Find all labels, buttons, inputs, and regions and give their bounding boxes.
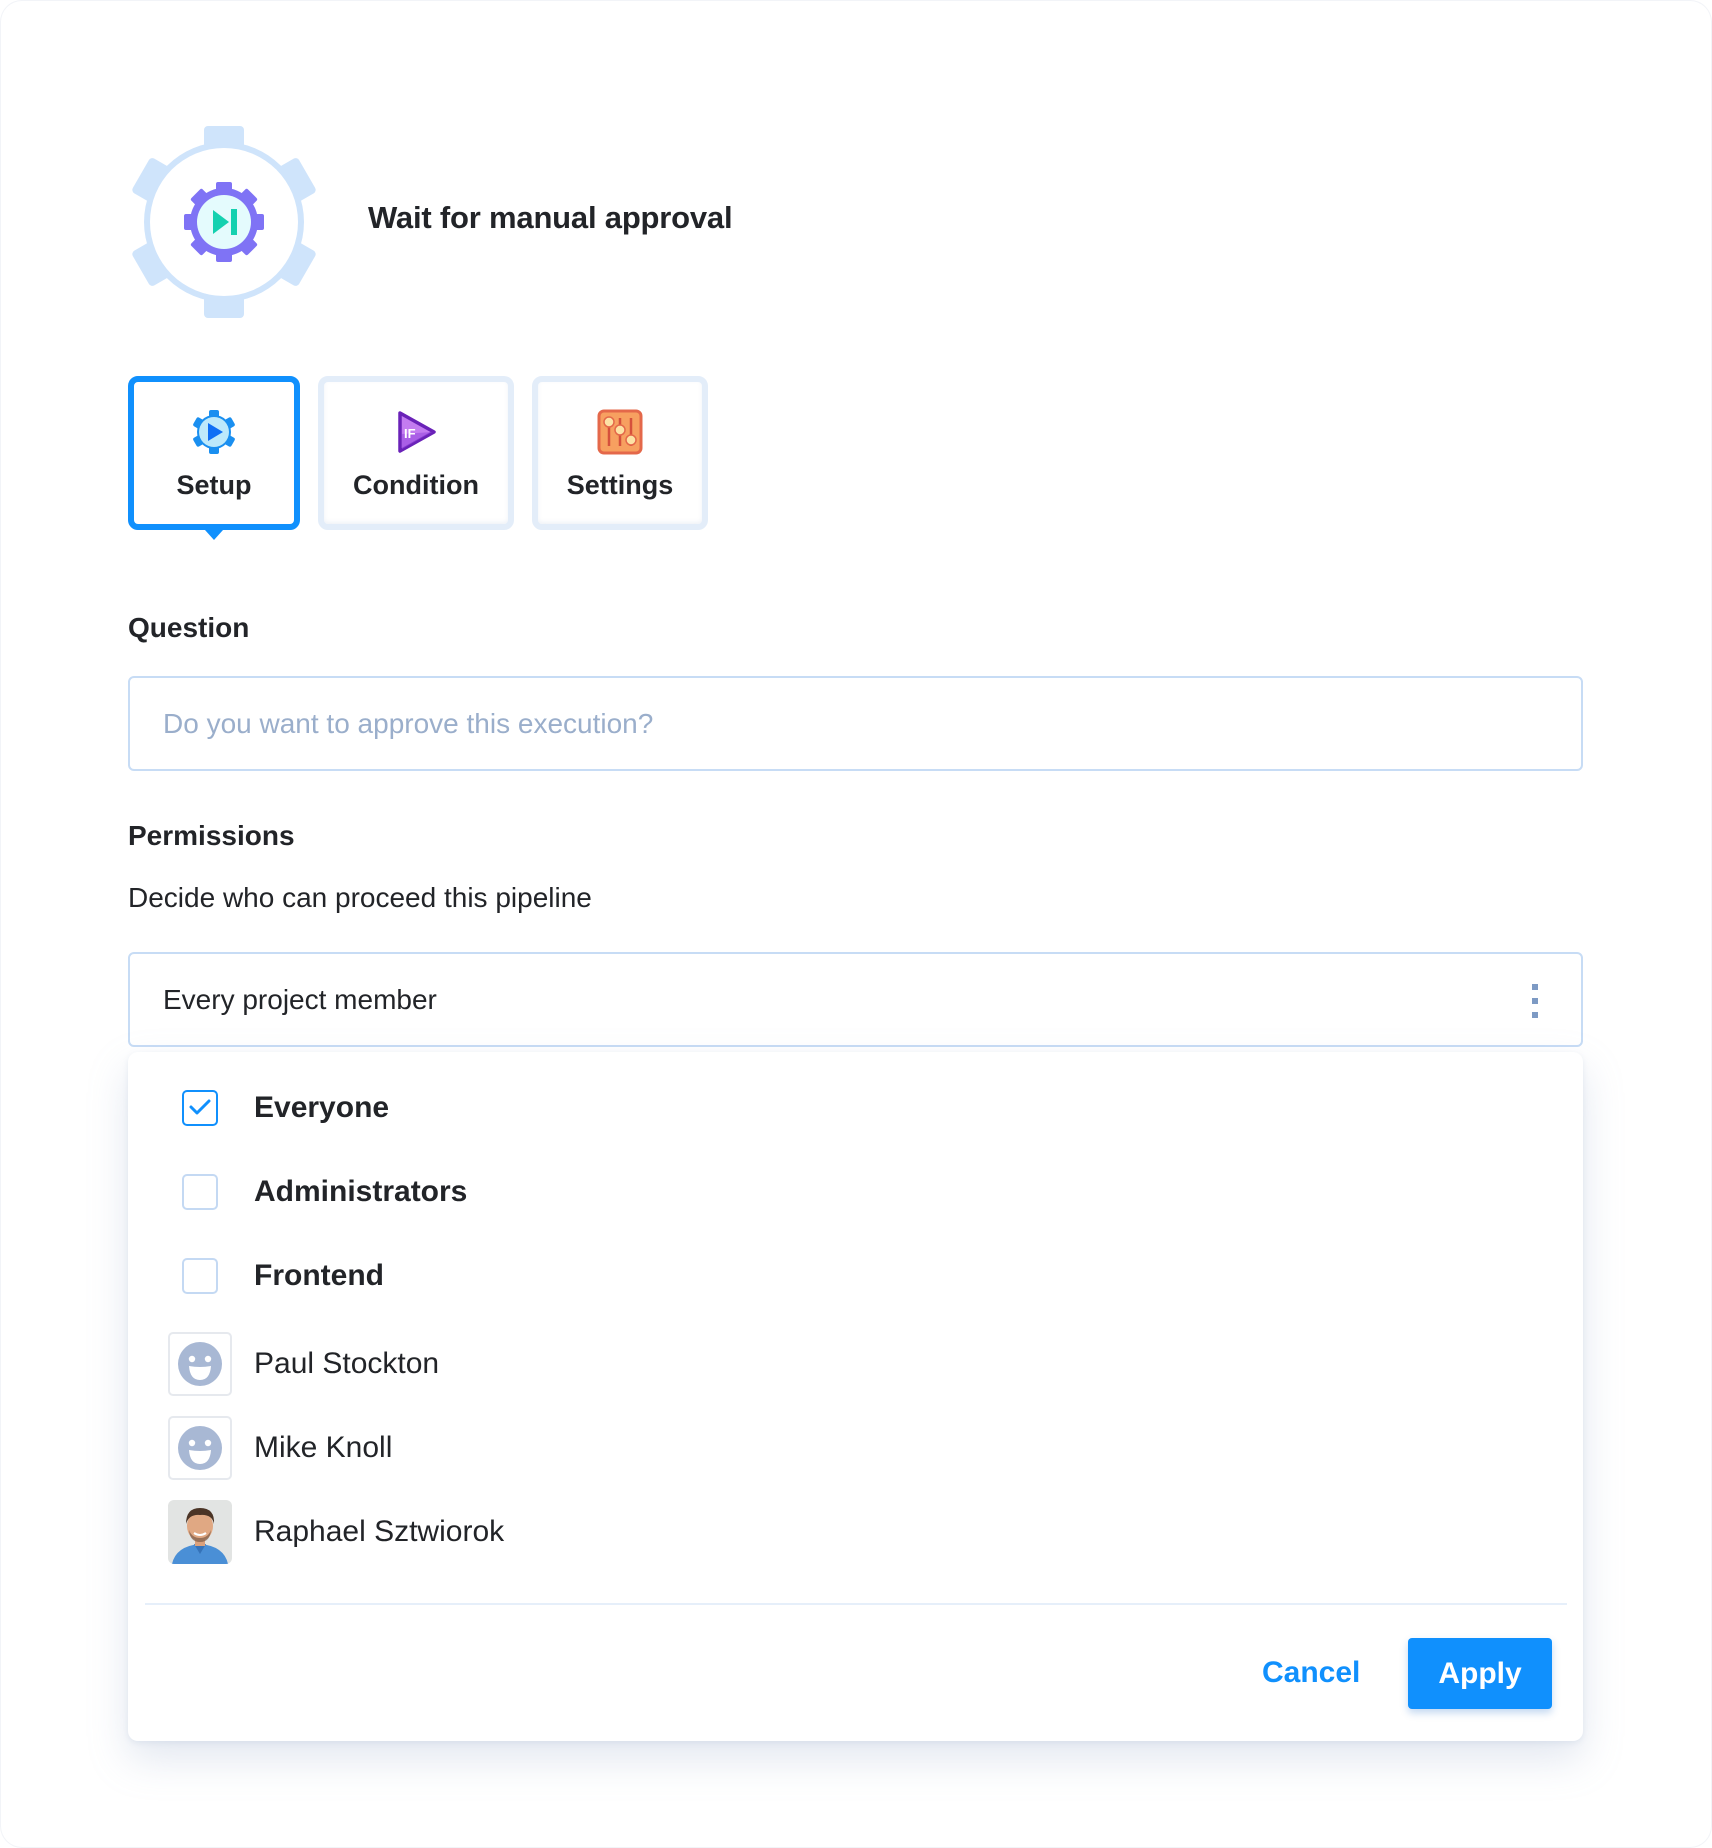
checkbox-unchecked[interactable]	[182, 1174, 218, 1210]
permissions-dropdown: Everyone Administrators Frontend Paul St…	[128, 1052, 1583, 1741]
page-title: Wait for manual approval	[368, 200, 733, 235]
user-name: Raphael Sztwiorok	[254, 1515, 505, 1548]
user-option-paul-stockton[interactable]: Paul Stockton	[128, 1332, 1583, 1396]
cancel-button[interactable]: Cancel	[1246, 1637, 1376, 1709]
question-input[interactable]	[128, 676, 1583, 771]
user-option-raphael-sztwiorok[interactable]: Raphael Sztwiorok	[128, 1500, 1583, 1564]
avatar-photo	[168, 1500, 232, 1564]
checkbox-unchecked[interactable]	[182, 1258, 218, 1294]
option-label: Everyone	[254, 1091, 390, 1124]
user-option-mike-knoll[interactable]: Mike Knoll	[128, 1416, 1583, 1480]
option-frontend[interactable]: Frontend	[128, 1244, 1583, 1308]
apply-button[interactable]: Apply	[1408, 1638, 1552, 1709]
permissions-description: Decide who can proceed this pipeline	[128, 882, 592, 913]
option-everyone[interactable]: Everyone	[128, 1076, 1583, 1140]
tab-bar: Setup IF Condition Settings	[128, 376, 708, 530]
checkmark-icon	[189, 1099, 211, 1115]
tab-setup[interactable]: Setup	[128, 376, 300, 530]
avatar-placeholder-icon	[168, 1416, 232, 1480]
option-administrators[interactable]: Administrators	[128, 1160, 1583, 1224]
option-label: Frontend	[254, 1259, 384, 1292]
tab-settings[interactable]: Settings	[532, 376, 708, 530]
permissions-select[interactable]: Every project member	[128, 952, 1583, 1047]
tab-condition[interactable]: IF Condition	[318, 376, 514, 530]
tab-label: Settings	[566, 470, 674, 500]
svg-text:IF: IF	[404, 426, 416, 441]
question-label: Question	[128, 612, 250, 643]
kebab-menu-icon[interactable]	[1531, 984, 1539, 1018]
tab-label: Condition	[353, 470, 479, 500]
avatar-placeholder-icon	[168, 1332, 232, 1396]
option-label: Administrators	[254, 1175, 468, 1208]
permissions-label: Permissions	[128, 820, 295, 851]
permissions-selected-value: Every project member	[163, 983, 437, 1015]
tab-label: Setup	[176, 470, 252, 500]
user-name: Mike Knoll	[254, 1431, 393, 1464]
checkbox-checked[interactable]	[182, 1090, 218, 1126]
user-name: Paul Stockton	[254, 1347, 440, 1380]
sliders-icon	[597, 409, 643, 455]
divider	[145, 1603, 1567, 1605]
gear-play-icon	[193, 410, 235, 454]
step-gear-icon	[128, 126, 320, 318]
if-condition-icon: IF	[398, 411, 436, 453]
approval-step-panel: Wait for manual approval Setup IF Condit…	[0, 0, 1712, 1848]
